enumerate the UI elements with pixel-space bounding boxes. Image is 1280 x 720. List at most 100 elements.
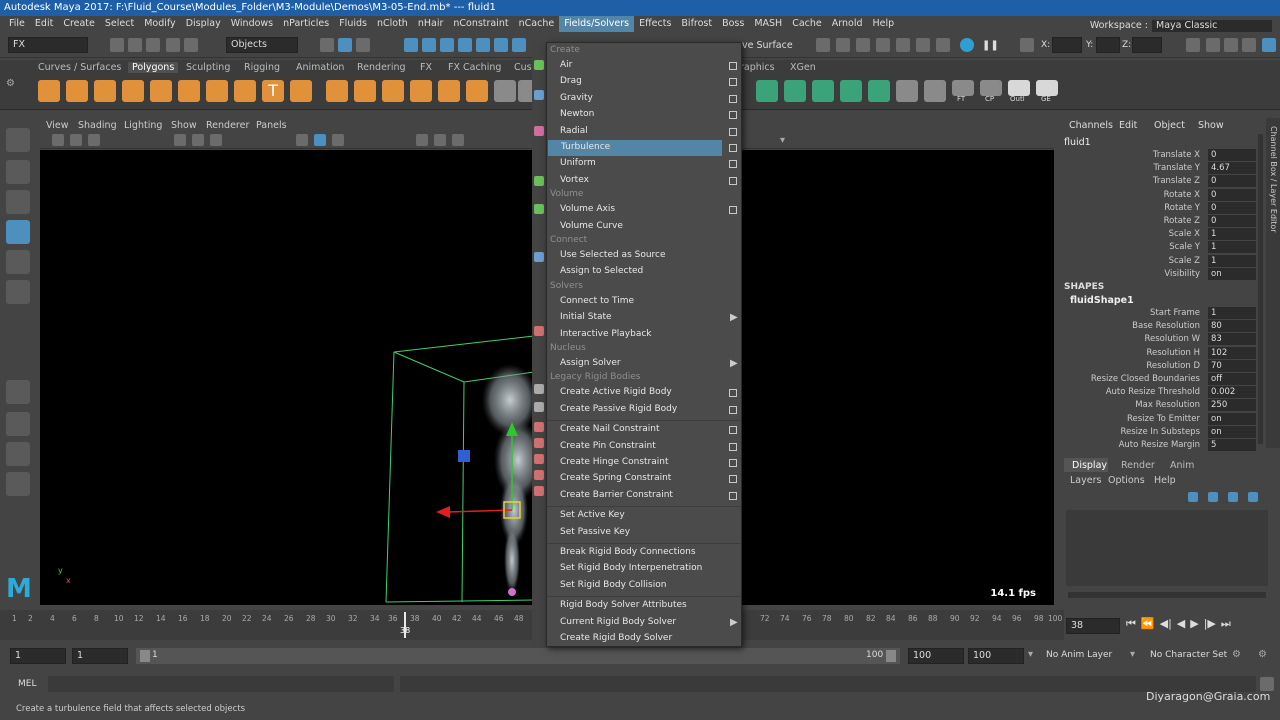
channel-value[interactable]: 1 [1208,228,1256,241]
channel-row[interactable]: Resolution D 70 [1058,359,1258,373]
menu-cache[interactable]: Cache [787,16,827,32]
poly-pipe-icon[interactable] [234,80,256,102]
channel-value[interactable]: 70 [1208,359,1256,372]
render-settings-icon[interactable] [916,38,930,52]
range-end-handle[interactable] [886,650,896,662]
select-dynamic-icon[interactable] [494,38,508,52]
layer-move-down-icon[interactable] [1208,492,1218,502]
menu-item-current-rigid-body-solver[interactable]: Current Rigid Body Solver [547,615,741,631]
camera-select-icon[interactable] [52,134,64,146]
menu-effects[interactable]: Effects [634,16,676,32]
menu-item-uniform[interactable]: Uniform [547,156,741,172]
menu-item-set-active-key[interactable]: Set Active Key [547,508,741,524]
channel-value[interactable]: 0 [1208,201,1256,214]
menu-nparticles[interactable]: nParticles [278,16,334,32]
channel-value[interactable]: 1 [1208,241,1256,254]
shelf-tab-curves-surfaces[interactable]: Curves / Surfaces [38,62,121,73]
option-box-icon[interactable] [729,206,737,215]
menu-item-gravity[interactable]: Gravity [547,91,741,107]
menu-item-set-rigid-body-collision[interactable]: Set Rigid Body Collision [547,578,741,594]
poly-cube-icon[interactable] [66,80,88,102]
menu-arnold[interactable]: Arnold [827,16,868,32]
channel-value[interactable]: on [1208,412,1256,425]
four-view-layout-icon[interactable] [6,412,30,436]
channel-value[interactable]: 250 [1208,399,1256,412]
channel-value[interactable]: 102 [1208,346,1256,359]
menu-item-break-rigid-body-connections[interactable]: Break Rigid Body Connections [547,545,741,561]
menu-windows[interactable]: Windows [226,16,278,32]
graph-editor-shelf-icon[interactable] [1036,80,1058,96]
playback-start-field[interactable]: 1 [72,648,128,664]
shelf-tab-xgen[interactable]: XGen [790,62,816,73]
channel-box-toggle-icon[interactable] [1262,38,1276,52]
outliner-shelf-icon[interactable] [1008,80,1030,96]
shelf-options-icon[interactable]: ⚙ [6,78,15,89]
rotate-tool-icon[interactable] [6,250,30,274]
channel-row[interactable]: Start Frame 1 [1058,307,1258,320]
option-box-icon[interactable] [729,405,737,414]
menu-item-radial[interactable]: Radial [547,124,741,140]
channel-value[interactable]: 5 [1208,439,1256,451]
poly-torus-icon[interactable] [150,80,172,102]
menu-item-assign-to-selected[interactable]: Assign to Selected [547,264,741,280]
poly-type-icon[interactable]: T [262,80,284,102]
poly-sphere-icon[interactable] [38,80,60,102]
option-box-icon[interactable] [729,426,737,435]
current-frame-field[interactable]: 38 [1066,618,1120,634]
channel-value[interactable]: 0 [1208,188,1256,201]
render-view-icon[interactable] [960,38,974,52]
component-select-icon[interactable] [356,38,370,52]
shelf-tab-rigging[interactable]: Rigging [244,62,280,73]
shelf-tab-fx-caching[interactable]: FX Caching [448,62,501,73]
menu-item-set-passive-key[interactable]: Set Passive Key [547,525,741,541]
playback-end-field[interactable]: 100 [908,648,964,664]
channel-value[interactable]: 1 [1208,307,1256,319]
option-box-icon[interactable] [729,475,737,484]
separate-icon[interactable] [354,80,376,102]
new-scene-icon[interactable] [110,38,124,52]
extract-icon[interactable] [382,80,404,102]
menu-item-drag[interactable]: Drag [547,74,741,90]
character-set-selector[interactable]: No Character Set [1150,650,1227,660]
viewport-menu-show[interactable]: Show [171,120,197,131]
layer-list[interactable] [1066,510,1268,586]
window-controls[interactable] [1220,0,1280,16]
menuset-dropdown[interactable]: FX [8,37,88,53]
channel-value[interactable]: 83 [1208,333,1256,346]
channel-row[interactable]: Resize Closed Boundaries off [1058,373,1258,386]
grid-icon[interactable] [174,134,186,146]
booleans-icon[interactable] [438,80,460,102]
select-handle-icon[interactable] [404,38,418,52]
ambient-occlusion-icon[interactable] [434,134,446,146]
layer-tab-display[interactable]: Display [1072,460,1107,471]
planar-map-icon[interactable] [784,80,806,102]
menu-item-volume-axis[interactable]: Volume Axis [547,202,741,218]
menu-edit[interactable]: Edit [30,16,58,32]
option-box-icon[interactable] [729,111,737,120]
menu-item-air[interactable]: Air [547,58,741,74]
channel-value[interactable]: 0 [1208,215,1256,227]
anim-preferences-icon[interactable]: ⚙ [1258,649,1267,660]
menu-modify[interactable]: Modify [139,16,180,32]
menu-item-set-rigid-body-interpenetration[interactable]: Set Rigid Body Interpenetration [547,561,741,577]
select-curve-icon[interactable] [440,38,454,52]
command-input[interactable] [48,676,394,692]
shelf-tab-rendering[interactable]: Rendering [357,62,406,73]
channel-row[interactable]: Resolution W 83 [1058,333,1258,346]
menu-mash[interactable]: MASH [749,16,787,32]
auto-key-icon[interactable]: ⚙ [1232,649,1241,660]
option-box-icon[interactable] [729,127,737,136]
smooth-shade-icon[interactable] [314,134,326,146]
menu-help[interactable]: Help [868,16,900,32]
option-box-icon[interactable] [729,160,737,169]
cylindrical-map-icon[interactable] [812,80,834,102]
channel-row[interactable]: Visibility on [1058,267,1258,281]
option-box-icon[interactable] [729,78,737,87]
shadows-icon[interactable] [416,134,428,146]
channelbox-scrollbar[interactable] [1258,134,1263,444]
shelf-tab-polygons[interactable]: Polygons [128,62,179,73]
option-box-icon[interactable] [729,144,737,152]
channelbox-tab-edit[interactable]: Edit [1119,120,1137,131]
menu-item-assign-solver[interactable]: Assign Solver [547,356,741,372]
option-box-icon[interactable] [729,94,737,103]
